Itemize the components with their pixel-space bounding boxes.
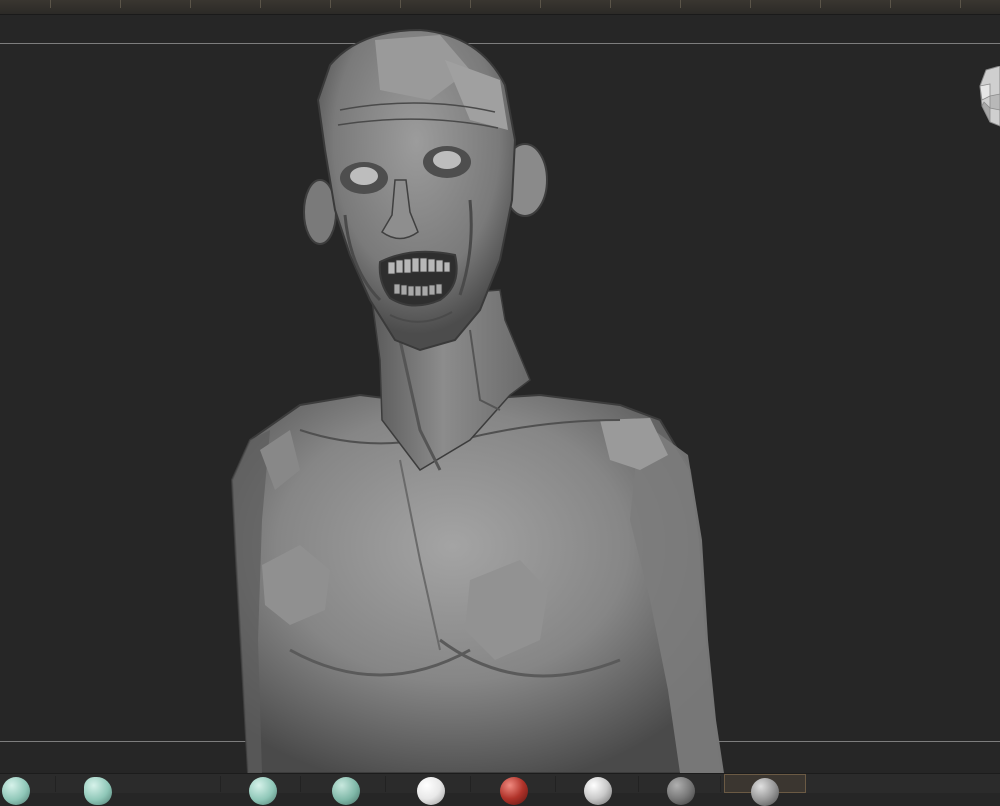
upper-teeth [387,257,451,275]
material-slot-selected[interactable] [724,774,806,806]
brush-thumbnail-icon [84,777,112,805]
material-sphere-icon [667,777,695,805]
brush-slot[interactable] [78,774,118,805]
brush-thumbnail-icon [332,777,360,805]
material-slot[interactable] [494,774,534,805]
head-orientation-icon [979,66,1000,127]
shelf-divider [220,776,221,792]
material-sphere-icon [417,777,445,805]
left-eye [350,167,378,185]
shelf-divider [55,776,56,792]
brush-thumbnail-icon [2,777,30,805]
brush-slot[interactable] [326,774,366,805]
shelf-divider [300,776,301,792]
material-sphere-icon [500,777,528,805]
shelf-divider [555,776,556,792]
material-slot[interactable] [411,774,451,805]
brush-thumbnail-icon [249,777,277,805]
material-slot[interactable] [578,774,618,805]
navigation-cube[interactable] [976,66,1000,156]
bottom-shelf [0,773,1000,806]
material-slot[interactable] [661,774,701,805]
material-sphere-icon [584,777,612,805]
material-sphere-icon [751,778,779,806]
right-eye [433,151,461,169]
brush-slot[interactable] [243,774,283,805]
shelf-divider [385,776,386,792]
zombie-sculpt-model[interactable] [0,0,1000,773]
brush-slot[interactable] [0,774,40,805]
shelf-divider [470,776,471,792]
shelf-divider [720,776,721,792]
lower-teeth [393,283,443,297]
shelf-divider [638,776,639,792]
